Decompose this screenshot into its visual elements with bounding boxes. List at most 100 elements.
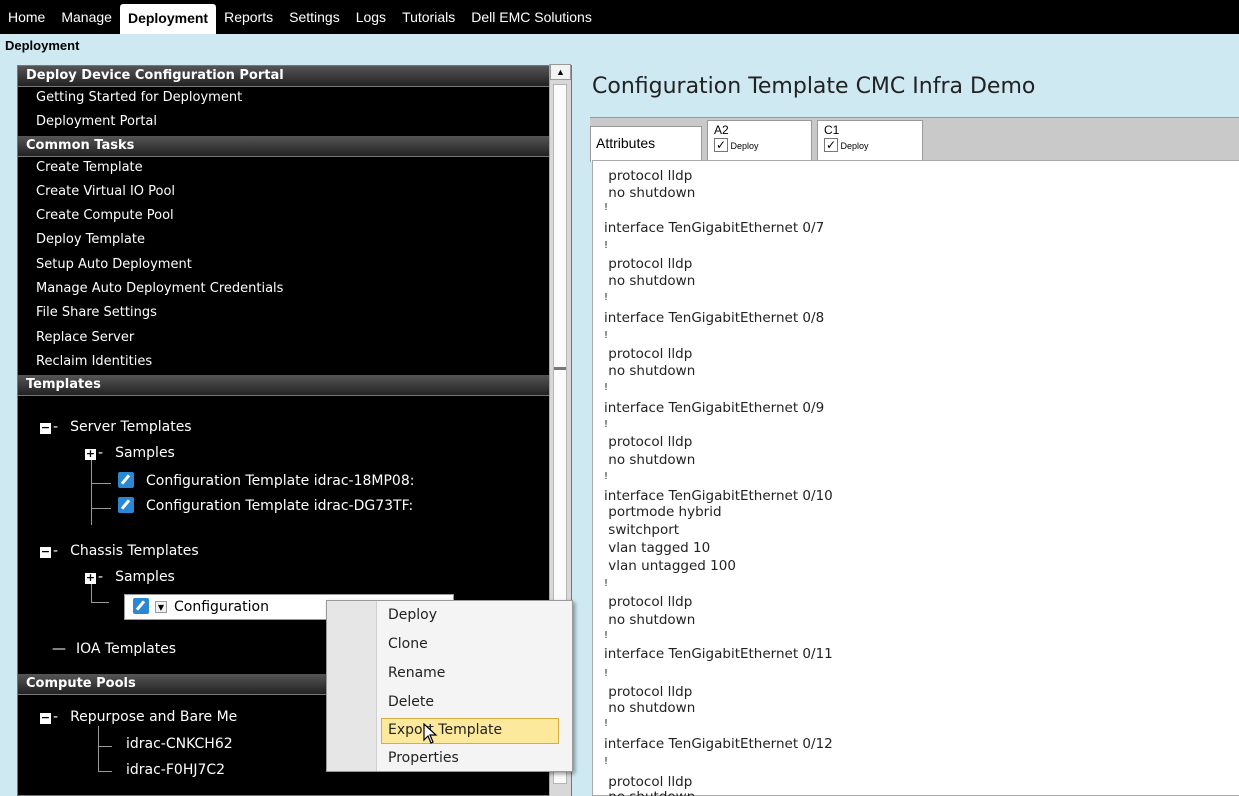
config-line: protocol lldp (604, 594, 693, 610)
config-line: ! (604, 330, 609, 341)
tab-c1[interactable]: C1 ✓ Deploy (817, 120, 923, 162)
tab-label: Attributes (596, 135, 656, 151)
collapse-icon[interactable]: − (40, 712, 51, 724)
tree-line (98, 771, 112, 772)
cursor-icon (423, 723, 438, 744)
sidebar-item-deploy-template[interactable]: Deploy Template (18, 229, 571, 253)
config-line: protocol lldp (604, 774, 693, 790)
config-line: ! (604, 668, 609, 679)
menu-item-deploy[interactable]: Deploy (388, 607, 437, 623)
config-line: switchport (604, 522, 680, 538)
context-menu: Deploy Clone Rename Delete Export Templa… (326, 600, 573, 772)
tab-a2[interactable]: A2 ✓ Deploy (707, 120, 812, 162)
tree-label: IOA Templates (76, 641, 177, 657)
menu-item-export-template[interactable]: Export Template (388, 722, 502, 738)
config-line: ! (604, 756, 609, 767)
nav-tab-dell-emc-solutions[interactable]: Dell EMC Solutions (463, 0, 600, 34)
sidebar-item-getting-started[interactable]: Getting Started for Deployment (18, 87, 571, 111)
tree-node-samples-server[interactable]: + - Samples (85, 445, 175, 461)
sidebar-item-setup-auto-deployment[interactable]: Setup Auto Deployment (18, 254, 571, 278)
config-line: ! (604, 578, 609, 589)
menu-item-rename[interactable]: Rename (388, 665, 445, 681)
checkbox-icon[interactable]: ✓ (714, 138, 728, 152)
sidebar-item-file-share-settings[interactable]: File Share Settings (18, 302, 571, 326)
config-line: no shutdown (604, 185, 696, 201)
nav-tab-deployment[interactable]: Deployment (119, 4, 217, 34)
nav-tab-logs[interactable]: Logs (348, 0, 394, 34)
tree-node-server-template-1[interactable]: Configuration Template idrac-18MP08: (118, 472, 414, 489)
config-line: interface TenGigabitEthernet 0/11 (604, 646, 833, 662)
config-line: interface TenGigabitEthernet 0/10 (604, 488, 833, 504)
expand-icon[interactable]: + (85, 572, 96, 584)
expand-icon[interactable]: + (85, 448, 96, 460)
config-line: portmode hybrid (604, 504, 722, 520)
nav-tab-reports[interactable]: Reports (216, 0, 281, 34)
config-line: protocol lldp (604, 168, 693, 184)
config-line: no shutdown (604, 273, 696, 289)
tree-node-samples-chassis[interactable]: + - Samples (85, 569, 175, 585)
config-line: interface TenGigabitEthernet 0/8 (604, 310, 825, 326)
sidebar-item-create-template[interactable]: Create Template (18, 157, 571, 181)
menu-item-clone[interactable]: Clone (388, 636, 428, 652)
portal-section-header[interactable]: Deploy Device Configuration Portal (18, 66, 571, 87)
config-line: ! (604, 202, 609, 213)
tree-label: Configuration Template idrac-DG73TF: (146, 498, 414, 514)
dropdown-icon[interactable]: ▼ (155, 601, 167, 613)
config-line: vlan tagged 10 (604, 540, 711, 556)
common-tasks-header[interactable]: Common Tasks (18, 135, 571, 157)
menu-item-properties[interactable]: Properties (388, 750, 459, 766)
nav-tab-manage[interactable]: Manage (53, 0, 120, 34)
sidebar-item-reclaim-identities[interactable]: Reclaim Identities (18, 351, 571, 375)
tab-label: A2 (714, 123, 729, 137)
page-title: Configuration Template CMC Infra Demo (592, 74, 1036, 99)
sidebar-item-deployment-portal[interactable]: Deployment Portal (18, 111, 571, 135)
tree-node-pool-item-2[interactable]: idrac-F0HJ7C2 (126, 762, 225, 778)
sidebar-item-manage-credentials[interactable]: Manage Auto Deployment Credentials (18, 278, 571, 302)
tree-node-pool-item-1[interactable]: idrac-CNKCH62 (126, 736, 233, 752)
template-icon (118, 497, 134, 513)
checkbox-icon[interactable]: ✓ (824, 138, 838, 152)
config-line: no shutdown (604, 612, 696, 628)
scroll-up-button[interactable]: ▲ (550, 64, 571, 80)
tab-bar: Attributes A2 ✓ Deploy C1 ✓ Deploy (590, 117, 1239, 162)
tree-node-server-template-2[interactable]: Configuration Template idrac-DG73TF: (118, 497, 413, 514)
collapse-icon[interactable]: − (40, 546, 51, 558)
config-line: protocol lldp (604, 346, 693, 362)
tree-label: Samples (115, 445, 175, 461)
nav-tab-home[interactable]: Home (0, 0, 53, 34)
tree-label: idrac-F0HJ7C2 (126, 762, 226, 778)
tree-node-ioa-templates[interactable]: — IOA Templates (52, 641, 176, 657)
tab-attributes[interactable]: Attributes (590, 126, 702, 162)
menu-item-delete[interactable]: Delete (388, 694, 434, 710)
tree-line (91, 602, 109, 603)
templates-header[interactable]: Templates (18, 375, 571, 397)
tree-node-chassis-templates[interactable]: − - Chassis Templates (40, 543, 199, 559)
tree-line (91, 508, 111, 509)
tree-node-server-templates[interactable]: − - Server Templates (40, 419, 192, 435)
config-line: interface TenGigabitEthernet 0/7 (604, 220, 825, 236)
scroll-grip (554, 367, 566, 370)
tree-line (91, 455, 92, 525)
config-line: no shutdown (604, 789, 695, 796)
breadcrumb: Deployment (0, 34, 1239, 58)
config-line: ! (604, 240, 609, 251)
nav-tab-settings[interactable]: Settings (281, 0, 348, 34)
sidebar-item-create-compute-pool[interactable]: Create Compute Pool (18, 205, 571, 229)
tree-label: idrac-CNKCH62 (126, 736, 233, 752)
template-icon (133, 598, 149, 614)
tree-label: Samples (115, 569, 175, 585)
config-line: protocol lldp (604, 434, 693, 450)
context-menu-gutter (327, 601, 377, 771)
collapse-icon[interactable]: − (40, 422, 51, 434)
tree-node-pool[interactable]: − - Repurpose and Bare Me (40, 709, 237, 725)
tree-label: Repurpose and Bare Me (70, 709, 238, 725)
nav-tab-tutorials[interactable]: Tutorials (394, 0, 463, 34)
template-icon (118, 472, 134, 488)
top-nav: Home Manage Deployment Reports Settings … (0, 0, 1239, 34)
tree-label: Configuration Template idrac-18MP08: (146, 473, 415, 489)
sidebar-item-replace-server[interactable]: Replace Server (18, 327, 571, 351)
tree-label: Server Templates (70, 419, 192, 435)
sidebar-item-create-virtual-io-pool[interactable]: Create Virtual IO Pool (18, 181, 571, 205)
config-line: interface TenGigabitEthernet 0/9 (604, 400, 825, 416)
config-line: ! (604, 419, 609, 430)
